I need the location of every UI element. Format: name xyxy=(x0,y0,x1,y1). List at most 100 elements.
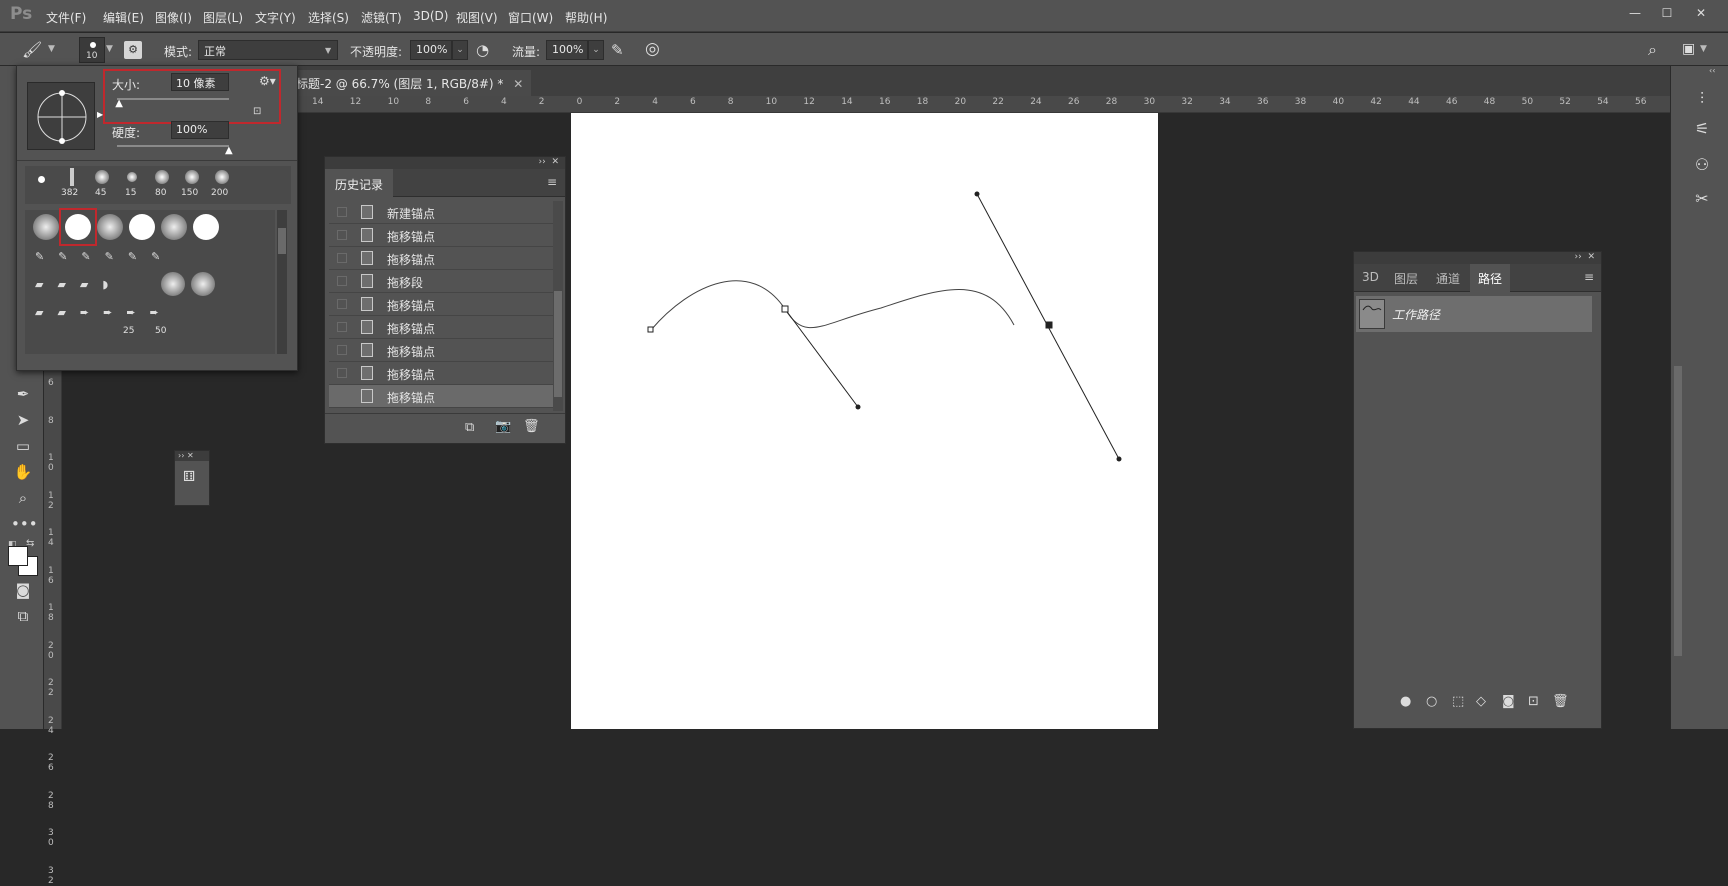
dock-collapse-icon[interactable]: ‹‹ xyxy=(1709,66,1715,75)
workspace-chevron-icon[interactable]: ▼ xyxy=(1700,44,1707,54)
workspace-icon[interactable]: ▣ xyxy=(1682,41,1695,57)
history-item[interactable]: 拖移锚点 xyxy=(329,293,563,316)
quick-mask-icon[interactable]: ◙ xyxy=(11,578,35,602)
hand-tool-icon[interactable]: ✋ xyxy=(11,460,35,484)
path-selection-tool-icon[interactable]: ➤ xyxy=(11,408,35,432)
brush-row-markers[interactable]: ▰▰▰◗ xyxy=(35,278,122,291)
brush-soft-round[interactable] xyxy=(33,214,59,240)
opacity-slider-toggle-icon[interactable]: ⌄ xyxy=(452,40,468,60)
new-document-from-state-icon[interactable]: ⧉ xyxy=(465,420,474,435)
properties-icon[interactable]: ⚅ xyxy=(183,469,195,485)
mode-chevron-icon[interactable]: ▼ xyxy=(325,46,331,55)
history-item[interactable]: 拖移锚点 xyxy=(329,224,563,247)
rectangle-tool-icon[interactable]: ▭ xyxy=(11,434,35,458)
menu-image[interactable]: 图像(I) xyxy=(155,9,192,26)
history-panel-header[interactable]: ›› ✕ xyxy=(325,157,565,169)
brush-row-chisel[interactable]: ▰▰➨➨➨➨ xyxy=(35,306,173,319)
flow-slider-toggle-icon[interactable]: ⌄ xyxy=(588,40,604,60)
brush-settings-gear-icon[interactable]: ⚙▾ xyxy=(259,74,276,88)
brush-row-pencils[interactable]: ✎✎✎✎✎✎ xyxy=(35,250,174,263)
path-item-work-path[interactable]: 工作路径 xyxy=(1356,296,1592,332)
delete-path-trash-icon[interactable]: 🗑 xyxy=(1552,694,1569,709)
menu-select[interactable]: 选择(S) xyxy=(308,9,349,26)
maximize-button[interactable]: ☐ xyxy=(1652,3,1682,23)
brush-panel-toggle-icon[interactable]: ⚙ xyxy=(124,41,142,59)
dock-scroll-thumb[interactable] xyxy=(1674,366,1682,656)
collapsed-panel-header[interactable]: ›› ✕ xyxy=(175,451,209,461)
recent-brush-6[interactable]: 150 xyxy=(177,166,207,200)
minimize-button[interactable]: — xyxy=(1620,3,1650,23)
zoom-tool-icon[interactable]: ⌕ xyxy=(11,486,35,510)
stroke-path-icon[interactable]: ○ xyxy=(1426,694,1437,709)
menu-help[interactable]: 帮助(H) xyxy=(565,9,607,26)
history-item-current[interactable]: 拖移锚点 xyxy=(329,385,563,408)
menu-window[interactable]: 窗口(W) xyxy=(508,9,553,26)
delete-state-trash-icon[interactable]: 🗑 xyxy=(523,419,540,434)
pen-tool-icon[interactable]: ✒ xyxy=(11,382,35,406)
tab-paths[interactable]: 路径 xyxy=(1470,264,1511,292)
brush-grid-scrollbar[interactable] xyxy=(277,210,287,354)
tab-history[interactable]: 历史记录 xyxy=(325,169,394,197)
hardness-slider-thumb[interactable]: ▲ xyxy=(225,145,233,156)
screen-mode-icon[interactable]: ⧉ xyxy=(11,604,35,628)
brush-soft-round-4[interactable] xyxy=(161,272,185,296)
menu-file[interactable]: 文件(F) xyxy=(46,9,86,26)
opacity-input[interactable]: 100% xyxy=(410,40,452,60)
adjustments-dock-icon[interactable]: ⚟ xyxy=(1689,116,1715,142)
menu-3d[interactable]: 3D(D) xyxy=(413,9,448,23)
new-path-icon[interactable]: ⊡ xyxy=(1528,694,1539,709)
document-tab[interactable]: 未标题-2 @ 66.7% (图层 1, RGB/8#) * ✕ xyxy=(276,70,532,96)
reset-size-icon[interactable]: ⊡ xyxy=(253,106,261,117)
history-item[interactable]: 新建锚点 xyxy=(329,201,563,224)
history-panel-menu-icon[interactable]: ≡ xyxy=(547,175,557,189)
brush-grid-scroll-thumb[interactable] xyxy=(278,228,286,254)
history-item[interactable]: 拖移锚点 xyxy=(329,339,563,362)
brush-soft-round-5[interactable] xyxy=(191,272,215,296)
brush-angle-preview[interactable] xyxy=(27,82,95,150)
menu-filter[interactable]: 滤镜(T) xyxy=(361,9,402,26)
recent-brush-4[interactable]: 15 xyxy=(117,166,147,200)
history-item[interactable]: 拖移段 xyxy=(329,270,563,293)
close-button[interactable]: ✕ xyxy=(1686,3,1716,23)
history-item[interactable]: 拖移锚点 xyxy=(329,247,563,270)
snapshot-camera-icon[interactable]: 📷 xyxy=(495,419,511,434)
menu-edit[interactable]: 编辑(E) xyxy=(103,9,144,26)
brush-preset-chevron-icon[interactable]: ▼ xyxy=(106,44,113,54)
size-slider-track[interactable] xyxy=(117,98,229,100)
size-input[interactable]: 10 像素 xyxy=(171,73,229,91)
history-item[interactable]: 拖移锚点 xyxy=(329,362,563,385)
history-scrollbar[interactable] xyxy=(553,201,563,411)
flow-input[interactable]: 100% xyxy=(546,40,588,60)
brush-hard-round-2[interactable] xyxy=(129,214,155,240)
menu-type[interactable]: 文字(Y) xyxy=(255,9,296,26)
load-path-as-selection-icon[interactable]: ⬚ xyxy=(1452,694,1464,709)
foreground-color-swatch[interactable] xyxy=(8,546,28,566)
tab-3d[interactable]: 3D xyxy=(1354,264,1387,291)
brush-hard-round-3[interactable] xyxy=(193,214,219,240)
recent-brush-1[interactable] xyxy=(27,166,57,200)
brush-tool-icon[interactable]: 🖌 xyxy=(22,40,42,59)
mode-select[interactable]: 正常 xyxy=(198,40,338,60)
recent-brush-3[interactable]: 45 xyxy=(87,166,117,200)
paths-panel-header[interactable]: ›› ✕ xyxy=(1354,252,1601,264)
document-canvas[interactable] xyxy=(571,113,1158,729)
tool-presets-dock-icon[interactable]: ✂ xyxy=(1689,186,1715,212)
paths-panel-menu-icon[interactable]: ≡ xyxy=(1584,270,1594,284)
make-work-path-icon[interactable]: ◇ xyxy=(1476,694,1486,709)
brush-soft-round-3[interactable] xyxy=(161,214,187,240)
recent-brush-5[interactable]: 80 xyxy=(147,166,177,200)
hardness-slider-track[interactable] xyxy=(117,145,229,147)
clone-source-dock-icon[interactable]: ⚇ xyxy=(1689,152,1715,178)
pressure-opacity-icon[interactable]: ◔ xyxy=(476,41,489,59)
history-item[interactable]: 拖移锚点 xyxy=(329,316,563,339)
tab-layers[interactable]: 图层 xyxy=(1386,264,1426,291)
close-tab-icon[interactable]: ✕ xyxy=(513,77,523,91)
tool-preset-chevron-icon[interactable]: ▼ xyxy=(48,44,55,54)
work-path-svg[interactable] xyxy=(571,113,1158,729)
recent-brush-2[interactable]: 382 xyxy=(57,166,87,200)
brush-soft-round-2[interactable] xyxy=(97,214,123,240)
menu-view[interactable]: 视图(V) xyxy=(456,9,498,26)
size-slider-thumb[interactable]: ▲ xyxy=(115,98,123,109)
more-tools-icon[interactable]: ••• xyxy=(11,512,38,536)
menu-layer[interactable]: 图层(L) xyxy=(203,9,243,26)
